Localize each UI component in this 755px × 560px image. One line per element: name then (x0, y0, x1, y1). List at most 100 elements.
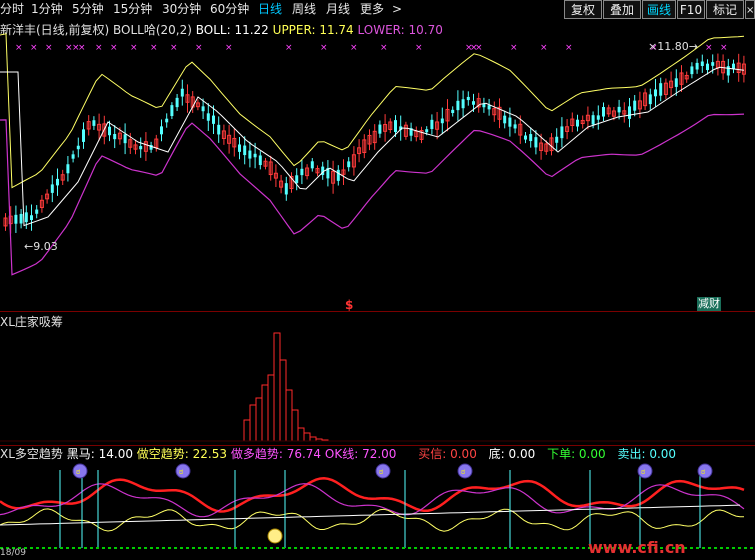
stock-chart[interactable]: × × × × ×× × × × × × × × × × × × × ××× × × × × × × ಠಠಠಠಠಠ (0, 0, 755, 557)
candle-down (690, 66, 694, 75)
candle-down (700, 61, 704, 66)
candle-down (555, 136, 559, 143)
chip-bar (279, 359, 287, 442)
candle-down (394, 120, 397, 133)
candle-down (160, 126, 163, 135)
signal-marker: × (350, 43, 358, 53)
mid-band-line (0, 66, 745, 227)
candle-down (19, 213, 23, 224)
candle-down (602, 107, 605, 117)
sad-face-eyes: ಠ (179, 467, 183, 476)
candle-down (466, 96, 470, 101)
candle-down (35, 209, 39, 214)
signal-marker: × (415, 43, 423, 53)
candle-down (139, 146, 143, 150)
candle-down (456, 100, 460, 111)
candle-down (674, 78, 678, 87)
chip-bar (273, 332, 281, 442)
high-price-label: ×11.80→ (648, 40, 698, 53)
candle-down (50, 184, 54, 193)
candle-down (440, 118, 444, 124)
candle-down (487, 105, 491, 110)
chip-bar (255, 397, 263, 442)
signal-marker: × (225, 43, 233, 53)
candle-down (253, 153, 257, 158)
candle-down (243, 145, 247, 156)
signal-marker: × (30, 43, 38, 53)
candle-down (14, 214, 18, 224)
candle-down (238, 144, 241, 152)
signal-marker: × (195, 43, 203, 53)
lower-band-line (0, 113, 745, 276)
candle-down (336, 169, 340, 181)
candle-down (513, 124, 517, 129)
signal-marker: × (510, 43, 518, 53)
signal-marker: × (380, 43, 388, 53)
candle-down (648, 94, 652, 105)
candle-down (706, 63, 709, 71)
sad-face-eyes: ಠ (701, 467, 705, 476)
candle-down (108, 126, 111, 136)
candle-down (726, 66, 730, 76)
low-price-label: ←9.03 (24, 240, 58, 253)
candle-down (472, 101, 475, 105)
chip-bar (291, 409, 299, 442)
event-badge[interactable]: 减财 (697, 297, 721, 311)
signal-marker: × (45, 43, 53, 53)
chip-bar (243, 419, 251, 442)
candle-down (92, 120, 96, 126)
candle-down (206, 113, 210, 121)
candle-down (596, 115, 600, 120)
sad-face-eyes: ಠ (76, 467, 80, 476)
candle-down (732, 63, 735, 70)
candle-down (300, 168, 304, 176)
candle-down (71, 154, 75, 159)
sad-face-eyes: ಠ (461, 467, 465, 476)
candle-down (633, 100, 637, 111)
signal-marker: × (475, 43, 483, 53)
heima-line (0, 504, 741, 526)
signal-marker: × (540, 43, 548, 53)
candle-down (430, 119, 434, 130)
candle-down (76, 145, 80, 150)
candle-down (113, 134, 117, 140)
candle-down (628, 106, 631, 119)
smile-face-icon (267, 528, 283, 544)
candle-down (212, 115, 215, 124)
candle-down (617, 106, 621, 113)
bear-trend-line (0, 508, 744, 532)
signal-marker: × (720, 43, 728, 53)
candle-down (258, 155, 262, 166)
signal-marker: × (130, 43, 138, 53)
candle-down (425, 129, 429, 133)
signal-marker: × (150, 43, 158, 53)
chip-bar (261, 384, 269, 442)
signal-marker: × (95, 43, 103, 53)
sad-face-eyes: ಠ (641, 467, 645, 476)
bull-trend-line (0, 477, 745, 513)
candle-down (560, 126, 564, 139)
candle-down (576, 119, 579, 127)
trend-indicator-area: ಠಠಠಠಠಠ (0, 463, 755, 549)
candle-down (123, 134, 127, 144)
signal-marker: × (285, 43, 293, 53)
candle-down (591, 115, 595, 125)
signal-marker: × (78, 43, 86, 53)
chip-bar (309, 436, 317, 442)
signal-marker: × (565, 43, 573, 53)
candle-down (248, 150, 252, 159)
sad-face-eyes: ಠ (379, 467, 383, 476)
main-kline-area: × × × × ×× × × × × × × × × × × × × ××× × × × × × × (0, 33, 746, 276)
chip-bar (267, 374, 275, 442)
chip-bar (297, 427, 305, 442)
candle-down (347, 161, 351, 168)
chip-bar (285, 389, 293, 442)
candle-down (170, 105, 174, 117)
candle-down (695, 62, 699, 70)
candle-down (524, 135, 527, 140)
candle-down (217, 124, 221, 135)
candle-down (24, 212, 28, 223)
candle-down (180, 88, 184, 97)
date-label: 18/09 (0, 548, 26, 558)
chip-bars-area (0, 332, 755, 442)
